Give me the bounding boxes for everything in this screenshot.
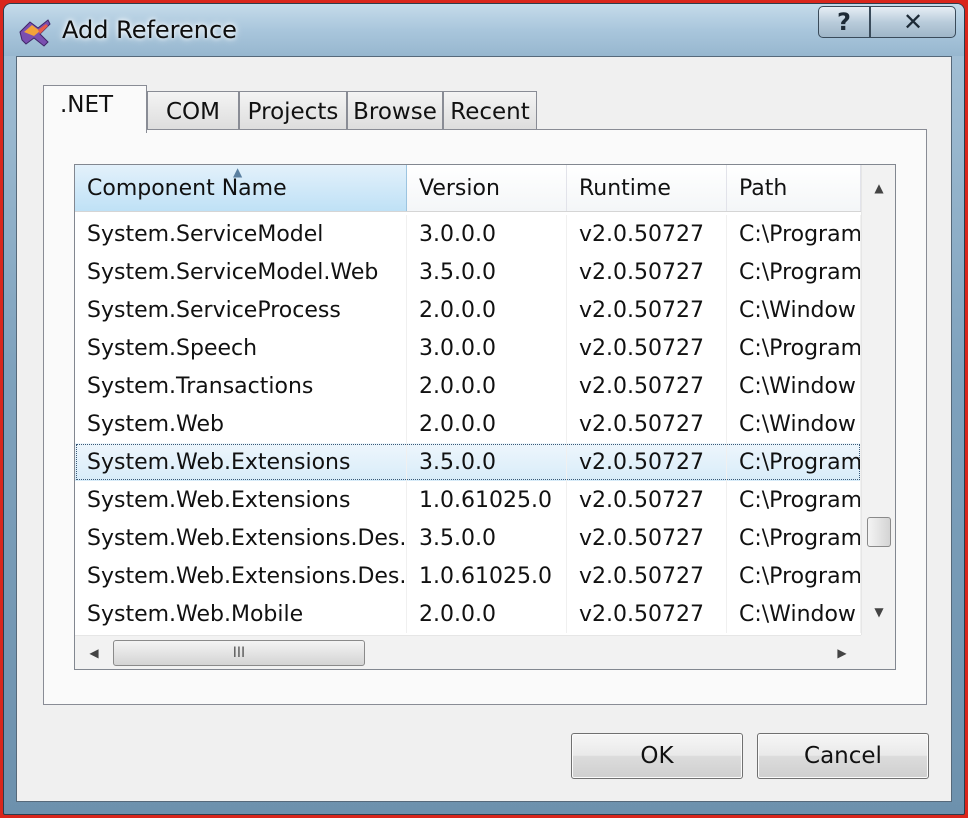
close-button[interactable]: ✕ xyxy=(870,6,956,38)
tab-projects-label: Projects xyxy=(247,98,339,125)
column-header-runtime[interactable]: Runtime xyxy=(567,165,727,211)
list-header: ▲ Component Name Version Runtime Path xyxy=(75,165,861,212)
table-cell-name: System.Web xyxy=(75,405,407,443)
table-cell-name: System.ServiceProcess xyxy=(75,291,407,329)
table-cell-path: C:\Program xyxy=(727,253,861,291)
scroll-left-arrow-icon[interactable]: ◀ xyxy=(79,636,109,669)
table-row[interactable]: System.Web 2.0.0.0 v2.0.50727 C:\Window xyxy=(75,405,861,443)
table-cell-runtime: v2.0.50727 xyxy=(567,405,727,443)
table-cell-name: System.Web.Extensions.Des... xyxy=(75,519,407,557)
tab-recent-label: Recent xyxy=(450,98,530,125)
table-cell-name: System.Web.Extensions.Des... xyxy=(75,557,407,595)
table-cell-name: System.Web.Extensions xyxy=(75,443,407,481)
vertical-scroll-thumb[interactable] xyxy=(867,517,891,547)
table-cell-path: C:\Window xyxy=(727,367,861,405)
scrollbar-corner xyxy=(861,635,895,669)
table-cell-name: System.ServiceModel.Web xyxy=(75,253,407,291)
table-cell-runtime: v2.0.50727 xyxy=(567,253,727,291)
sort-ascending-icon: ▲ xyxy=(233,165,243,179)
table-row[interactable]: System.Web.Extensions.Des... 1.0.61025.0 v… xyxy=(75,557,861,595)
table-cell-runtime: v2.0.50727 xyxy=(567,329,727,367)
tab-strip: .NET COM Projects Browse Recent xyxy=(43,85,643,133)
ok-button[interactable]: OK xyxy=(571,733,743,779)
table-cell-path: C:\Program xyxy=(727,481,861,519)
help-icon: ? xyxy=(837,8,851,36)
add-reference-window: Add Reference ? ✕ .NET COM Projects Brow… xyxy=(3,3,965,815)
table-cell-runtime: v2.0.50727 xyxy=(567,443,727,481)
table-cell-version: 3.5.0.0 xyxy=(407,443,567,481)
table-cell-version: 3.5.0.0 xyxy=(407,519,567,557)
table-cell-name: System.Speech xyxy=(75,329,407,367)
close-icon: ✕ xyxy=(902,8,924,36)
tab-recent[interactable]: Recent xyxy=(443,91,537,131)
table-row[interactable]: System.Web.Extensions 3.5.0.0 v2.0.50727 C:… xyxy=(75,443,861,481)
scroll-grip-icon: III xyxy=(232,645,246,661)
tab-com[interactable]: COM xyxy=(147,91,239,131)
table-row[interactable]: System.Web.Extensions 1.0.61025.0 v2.0.507… xyxy=(75,481,861,519)
table-cell-version: 3.0.0.0 xyxy=(407,215,567,253)
table-cell-path: C:\Program xyxy=(727,215,861,253)
horizontal-scroll-thumb[interactable]: III xyxy=(113,640,365,666)
table-cell-path: C:\Program xyxy=(727,519,861,557)
table-row[interactable]: System.ServiceProcess 2.0.0.0 v2.0.50727 C:… xyxy=(75,291,861,329)
component-list[interactable]: ▲ Component Name Version Runtime Path Sy… xyxy=(74,164,896,670)
table-cell-path: C:\Program xyxy=(727,443,861,481)
column-header-version[interactable]: Version xyxy=(407,165,567,211)
table-cell-version: 1.0.61025.0 xyxy=(407,481,567,519)
table-cell-runtime: v2.0.50727 xyxy=(567,557,727,595)
tab-com-label: COM xyxy=(165,98,220,125)
table-cell-name: System.Web.Extensions xyxy=(75,481,407,519)
dialog-body: .NET COM Projects Browse Recent ▲ Compon… xyxy=(16,56,952,802)
table-cell-runtime: v2.0.50727 xyxy=(567,595,727,633)
table-cell-path: C:\Program xyxy=(727,557,861,595)
table-row[interactable]: System.Speech 3.0.0.0 v2.0.50727 C:\Program xyxy=(75,329,861,367)
scroll-right-arrow-icon[interactable]: ▶ xyxy=(827,636,857,669)
tab-net-label: .NET xyxy=(60,92,114,118)
help-button[interactable]: ? xyxy=(818,6,870,38)
tab-panel-net: ▲ Component Name Version Runtime Path Sy… xyxy=(43,129,927,705)
tab-browse-label: Browse xyxy=(353,98,437,125)
table-cell-name: System.ServiceModel xyxy=(75,215,407,253)
title-bar[interactable]: Add Reference ? ✕ xyxy=(4,4,964,56)
table-cell-name: System.Web.Mobile xyxy=(75,595,407,633)
tab-browse[interactable]: Browse xyxy=(347,91,443,131)
table-cell-runtime: v2.0.50727 xyxy=(567,519,727,557)
table-row[interactable]: System.Web.Extensions.Des... 3.5.0.0 v2.0.… xyxy=(75,519,861,557)
table-cell-path: C:\Window xyxy=(727,405,861,443)
table-row[interactable]: System.Web.Mobile 2.0.0.0 v2.0.50727 C:\Win… xyxy=(75,595,861,633)
vertical-scrollbar[interactable]: ▲ ▼ xyxy=(861,165,895,635)
scroll-up-arrow-icon[interactable]: ▲ xyxy=(862,173,895,203)
visual-studio-icon xyxy=(19,19,51,47)
cancel-button[interactable]: Cancel xyxy=(757,733,929,779)
table-cell-version: 3.0.0.0 xyxy=(407,329,567,367)
column-header-path[interactable]: Path xyxy=(727,165,861,211)
table-cell-version: 2.0.0.0 xyxy=(407,405,567,443)
table-cell-path: C:\Program xyxy=(727,329,861,367)
horizontal-scrollbar[interactable]: ◀ III ▶ xyxy=(75,635,861,669)
table-cell-runtime: v2.0.50727 xyxy=(567,291,727,329)
scroll-down-arrow-icon[interactable]: ▼ xyxy=(862,597,895,627)
column-header-component-name[interactable]: ▲ Component Name xyxy=(75,165,407,211)
table-cell-version: 2.0.0.0 xyxy=(407,291,567,329)
table-cell-runtime: v2.0.50727 xyxy=(567,367,727,405)
table-cell-runtime: v2.0.50727 xyxy=(567,215,727,253)
table-cell-version: 2.0.0.0 xyxy=(407,367,567,405)
table-cell-name: System.Transactions xyxy=(75,367,407,405)
window-title: Add Reference xyxy=(62,16,237,44)
table-cell-path: C:\Window xyxy=(727,291,861,329)
table-row[interactable]: System.Transactions 2.0.0.0 v2.0.50727 C:\W… xyxy=(75,367,861,405)
table-cell-path: C:\Window xyxy=(727,595,861,633)
tab-net[interactable]: .NET xyxy=(43,85,147,133)
table-cell-version: 2.0.0.0 xyxy=(407,595,567,633)
tab-projects[interactable]: Projects xyxy=(239,91,347,131)
table-cell-version: 3.5.0.0 xyxy=(407,253,567,291)
table-row[interactable]: System.ServiceModel.Web 3.5.0.0 v2.0.50727… xyxy=(75,253,861,291)
table-row[interactable]: System.ServiceModel 3.0.0.0 v2.0.50727 C:\P… xyxy=(75,215,861,253)
table-cell-version: 1.0.61025.0 xyxy=(407,557,567,595)
table-cell-runtime: v2.0.50727 xyxy=(567,481,727,519)
